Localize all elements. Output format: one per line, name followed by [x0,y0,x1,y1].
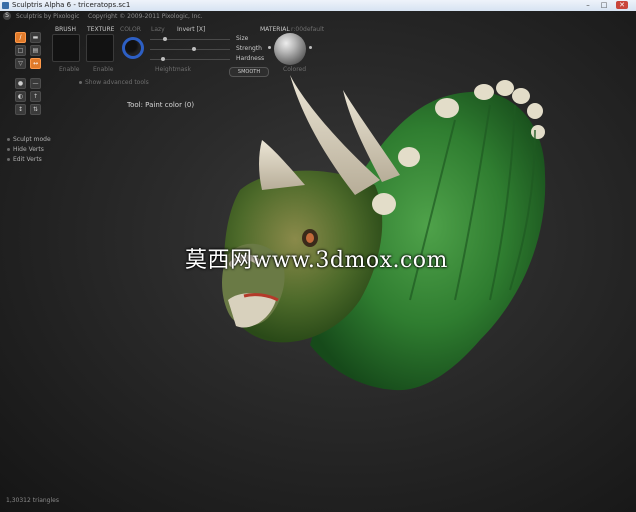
material-prev-icon[interactable] [268,46,271,49]
texture-label: TEXTURE [87,26,115,33]
hide-verts-radio[interactable] [7,148,10,151]
texture-enable[interactable]: Enable [93,66,113,73]
strength-label: Strength [236,45,262,52]
show-advanced-label[interactable]: Show advanced tools [85,79,149,86]
hide-verts-label: Hide Verts [13,146,44,153]
tool-button-tool-10[interactable]: ↑ [30,91,41,102]
size-slider[interactable] [150,39,230,40]
strength-slider[interactable] [150,49,230,50]
tool-info: Tool: Paint color (0) [127,101,195,109]
product-name: Sculptris by Pixologic [16,13,80,20]
hide-verts-toggle[interactable]: Hide Verts [7,146,44,153]
triangle-count: 1,30312 triangles [6,497,59,504]
material-sphere[interactable] [274,33,306,65]
material-name[interactable]: r:00default [291,26,324,33]
lazy-label: Lazy [151,26,165,33]
tool-button-tool-12[interactable]: ⇅ [30,104,41,115]
sculpt-mode-toggle[interactable]: Sculpt mode [7,136,51,143]
strength-slider-knob[interactable] [192,47,196,51]
color-swatch[interactable] [122,37,144,59]
tool-button-tool-6[interactable]: ↔ [30,58,41,69]
copyright-text: Copyright © 2009-2011 Pixologic, Inc. [88,13,203,20]
tool-button-tool-11[interactable]: ↕ [15,104,26,115]
tool-button-paint-color[interactable]: / [15,32,26,43]
tool-button-tool-4[interactable]: ▤ [30,45,41,56]
tool-button-paint-bump[interactable]: ▬ [30,32,41,43]
show-advanced-checkbox[interactable] [79,81,82,84]
hardness-label: Hardness [236,55,265,62]
material-next-icon[interactable] [309,46,312,49]
tool-button-tool-3[interactable]: □ [15,45,26,56]
tool-button-tool-9[interactable]: ◐ [15,91,26,102]
heightmask-label[interactable]: Heightmask [155,66,191,73]
edit-verts-toggle[interactable]: Edit Verts [7,156,42,163]
tool-button-mask[interactable]: ▽ [15,58,26,69]
tool-button-tool-8[interactable]: — [30,78,41,89]
sculpt-mode-label: Sculpt mode [13,136,51,143]
size-label: Size [236,35,249,42]
brush-slot[interactable] [52,34,80,62]
colored-label[interactable]: Colored [283,66,306,73]
tool-button-tool-7[interactable]: ● [15,78,26,89]
sculpt-mode-radio[interactable] [7,138,10,141]
watermark-text: 莫西网www.3dmox.com [185,248,448,273]
material-label: MATERIAL [260,26,290,33]
edit-verts-label: Edit Verts [13,156,42,163]
color-label: COLOR [120,26,141,33]
size-slider-knob[interactable] [163,37,167,41]
hardness-slider-knob[interactable] [161,57,165,61]
texture-slot[interactable] [86,34,114,62]
sculptris-logo-icon: S [3,12,11,20]
smooth-button[interactable]: SMOOTH [229,67,269,77]
invert-toggle[interactable]: Invert [X] [177,26,205,33]
nose-horn [259,140,305,190]
edit-verts-radio[interactable] [7,158,10,161]
brush-label: BRUSH [55,26,76,33]
brush-enable[interactable]: Enable [59,66,79,73]
